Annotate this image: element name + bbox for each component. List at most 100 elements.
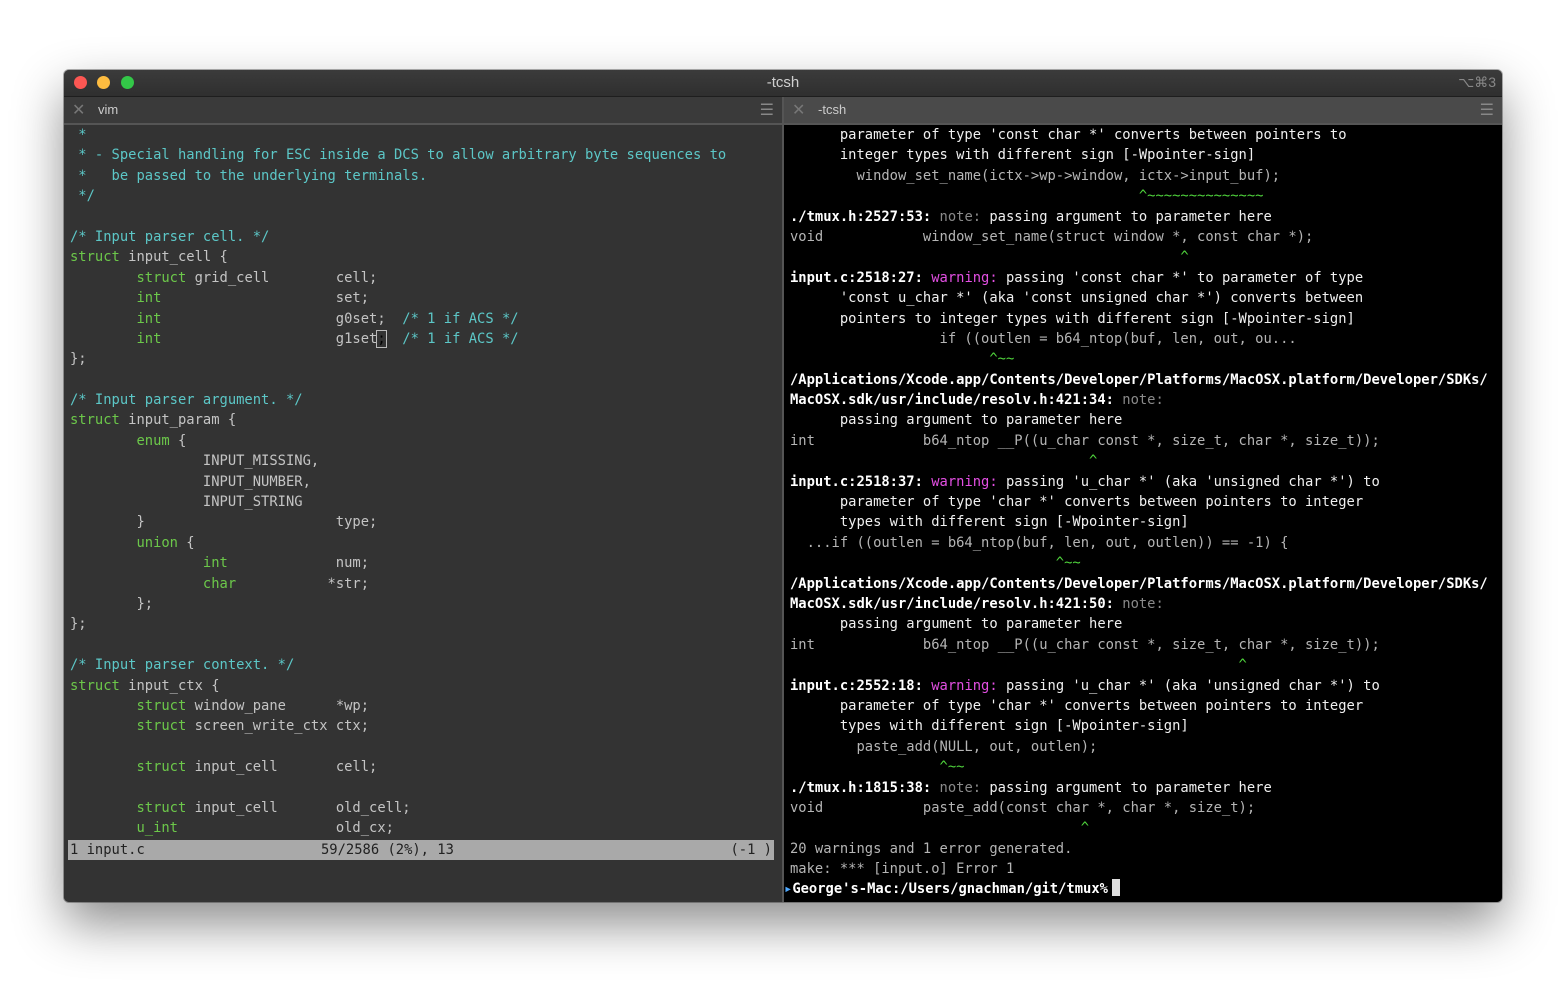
- prompt-line[interactable]: ▸George's-Mac:/Users/gnachman/git/tmux%: [784, 879, 1488, 899]
- text-segment: struct: [136, 799, 187, 816]
- text-segment: int: [136, 290, 162, 307]
- code-line: };: [70, 594, 726, 614]
- code-line: char *str;: [70, 574, 726, 594]
- text-segment: int b64_ntop __P((u_char const *, size_t…: [790, 636, 1380, 653]
- text-segment: ^~~: [790, 759, 965, 776]
- text-segment: g1set: [161, 330, 378, 347]
- text-segment: parameter of type 'char *' converts betw…: [790, 494, 1364, 511]
- text-segment: ./tmux.h:1815:38:: [790, 779, 932, 796]
- code-line: };: [70, 349, 726, 369]
- output-line: ...if ((outlen = b64_ntop(buf, len, out,…: [790, 533, 1488, 553]
- text-segment: input.c:2552:18:: [790, 677, 923, 694]
- code-line: /* Input parser context. */: [70, 655, 726, 675]
- text-segment: ^~~: [790, 351, 1015, 368]
- text-segment: /* Input parser context. */: [70, 657, 295, 674]
- text-segment: warning:: [922, 269, 998, 286]
- text-segment: [70, 576, 203, 592]
- vim-buffer[interactable]: * * - Special handling for ESC inside a …: [70, 125, 726, 839]
- text-segment: types with different sign [-Wpointer-sig…: [790, 718, 1189, 735]
- status-right: (-1 ): [730, 842, 772, 858]
- text-segment: struct: [136, 269, 187, 286]
- close-icon[interactable]: ✕: [72, 100, 85, 120]
- output-line: input.c:2552:18: warning: passing 'u_cha…: [790, 676, 1488, 696]
- output-line: parameter of type 'char *' converts betw…: [790, 492, 1488, 512]
- text-segment: * - Special handling for ESC inside a DC…: [70, 147, 727, 164]
- tab-vim[interactable]: ✕ vim ☰: [64, 97, 782, 125]
- code-line: int g1set; /* 1 if ACS */: [70, 329, 726, 349]
- text-segment: ^~~~~~~~~~~~~~~: [790, 188, 1264, 205]
- text-segment: types with different sign [-Wpointer-sig…: [790, 514, 1189, 531]
- text-segment: /Applications/Xcode.app/Contents/Develop…: [790, 575, 1488, 592]
- terminal-output[interactable]: parameter of type 'const char *' convert…: [784, 125, 1488, 900]
- text-segment: };: [70, 616, 87, 633]
- text-segment: {: [169, 432, 187, 449]
- text-segment: input_cell old_cell;: [186, 799, 411, 816]
- code-line: struct input_ctx {: [70, 676, 726, 696]
- output-line: ^~~~~~~~~~~~~~~: [790, 186, 1488, 206]
- text-segment: num;: [227, 555, 370, 572]
- text-segment: [70, 759, 136, 775]
- text-segment: warning:: [922, 473, 998, 490]
- text-segment: INPUT_STRING: [70, 494, 303, 511]
- text-segment: * be passed to the underlying terminals.: [70, 167, 428, 184]
- close-icon[interactable]: ✕: [792, 100, 805, 120]
- text-segment: note:: [931, 779, 982, 796]
- terminal-pane[interactable]: parameter of type 'const char *' convert…: [784, 125, 1502, 902]
- text-segment: int: [136, 330, 162, 347]
- shell-prompt: George's-Mac:/Users/gnachman/git/tmux%: [792, 881, 1108, 898]
- text-segment: ^~~: [790, 555, 1081, 572]
- text-segment: input_param {: [119, 412, 237, 429]
- text-segment: input_ctx {: [119, 677, 220, 694]
- text-segment: [70, 535, 136, 551]
- tab-tcsh[interactable]: ✕ -tcsh ☰: [784, 97, 1502, 125]
- output-line: ^: [790, 655, 1488, 675]
- output-line: input.c:2518:37: warning: passing 'u_cha…: [790, 472, 1488, 492]
- text-segment: [70, 270, 136, 286]
- code-line: * - Special handling for ESC inside a DC…: [70, 145, 726, 165]
- text-segment: [386, 331, 403, 347]
- text-segment: };: [70, 595, 154, 612]
- output-line: ^~~: [790, 757, 1488, 777]
- code-line: INPUT_MISSING,: [70, 451, 726, 471]
- output-line: pointers to integer types with different…: [790, 309, 1488, 329]
- code-line: */: [70, 186, 726, 206]
- tab-label: vim: [98, 102, 119, 117]
- text-segment: input.c:2518:37:: [790, 473, 923, 490]
- text-segment: MacOSX.sdk/usr/include/resolv.h:421:34:: [790, 392, 1114, 409]
- text-segment: note:: [931, 208, 982, 225]
- text-segment: input_cell cell;: [186, 759, 378, 776]
- text-segment: struct: [70, 677, 120, 694]
- hamburger-icon[interactable]: ☰: [760, 100, 774, 120]
- output-line: make: *** [input.o] Error 1: [790, 859, 1488, 879]
- title-bar: -tcsh ⌥⌘3: [64, 70, 1502, 97]
- text-segment: note:: [1113, 392, 1164, 409]
- hamburger-icon[interactable]: ☰: [1480, 100, 1494, 120]
- code-line: int g0set; /* 1 if ACS */: [70, 309, 726, 329]
- text-segment: set;: [161, 290, 370, 307]
- code-line: struct input_cell old_cell;: [70, 798, 726, 818]
- window-title: -tcsh: [766, 74, 800, 91]
- text-segment: if ((outlen = b64_ntop(buf, len, out, ou…: [790, 330, 1297, 347]
- text-segment: passing argument to parameter here: [790, 616, 1123, 633]
- terminal-window: -tcsh ⌥⌘3 ✕ vim ☰ ✕ -tcsh ☰ * * - Specia…: [64, 70, 1502, 902]
- output-line: types with different sign [-Wpointer-sig…: [790, 512, 1488, 532]
- output-line: ^: [790, 451, 1488, 471]
- vim-pane[interactable]: * * - Special handling for ESC inside a …: [64, 125, 782, 902]
- output-line: void paste_add(const char *, char *, siz…: [790, 798, 1488, 818]
- text-cursor: ;: [376, 329, 387, 348]
- code-line: int set;: [70, 288, 726, 308]
- text-segment: ^: [790, 453, 1098, 470]
- output-line: ^: [790, 247, 1488, 267]
- terminal-cursor: [1111, 879, 1120, 897]
- text-segment: [70, 290, 136, 306]
- text-segment: [70, 718, 136, 734]
- code-line: u_int old_cx;: [70, 818, 726, 838]
- code-line: struct input_cell {: [70, 247, 726, 267]
- text-segment: u_int: [136, 820, 178, 837]
- output-line: parameter of type 'const char *' convert…: [790, 125, 1488, 145]
- output-line: passing argument to parameter here: [790, 410, 1488, 430]
- text-segment: ^: [790, 657, 1247, 674]
- text-segment: passing argument to parameter here: [790, 412, 1123, 429]
